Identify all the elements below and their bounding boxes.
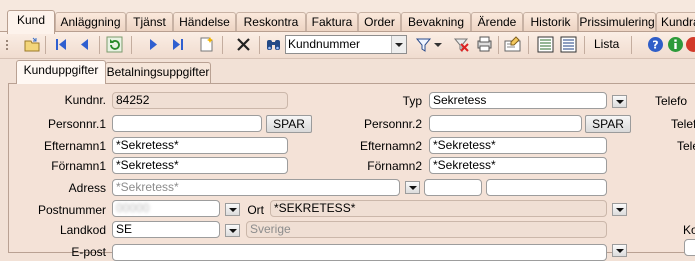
personnr1-field[interactable] — [112, 115, 262, 132]
epost-label: E-post — [71, 245, 106, 259]
landkod-dropdown-button[interactable] — [225, 224, 240, 237]
adress-dropdown-button[interactable] — [405, 181, 420, 194]
telefon3-label: Tele — [677, 139, 695, 153]
landkod-field[interactable]: SE — [112, 221, 220, 238]
personnr2-label: Personnr.2 — [363, 117, 422, 131]
previous-record-icon[interactable] — [76, 36, 93, 53]
tab-tjanst[interactable]: Tjänst — [126, 12, 173, 32]
typ-field[interactable]: Sekretess — [429, 92, 607, 109]
filter-icon[interactable] — [415, 36, 432, 53]
spar-button-2[interactable]: SPAR — [585, 115, 631, 133]
delete-icon[interactable] — [235, 36, 252, 53]
tab-order[interactable]: Order — [358, 12, 401, 32]
help-icon[interactable]: ? — [647, 36, 664, 53]
toolbar-separator — [45, 36, 46, 54]
ort-label: Ort — [247, 203, 264, 217]
toolbar-separator — [222, 36, 223, 54]
search-field-select[interactable]: Kundnummer — [285, 35, 407, 54]
lista-button[interactable]: Lista — [594, 36, 619, 53]
personnr2-field[interactable] — [429, 115, 582, 132]
last-record-icon[interactable] — [169, 36, 186, 53]
epost-dropdown-button[interactable] — [612, 244, 627, 257]
close-icon[interactable] — [685, 36, 695, 53]
tab-prissimulering[interactable]: Prissimulering — [578, 12, 656, 32]
module-tab-bar: Kund Anläggning Tjänst Händelse Reskontr… — [0, 0, 695, 34]
open-folder-icon[interactable] — [24, 36, 41, 53]
info-icon[interactable] — [667, 36, 684, 53]
toolbar-separator — [131, 36, 132, 54]
tab-kund[interactable]: Kund — [7, 10, 55, 34]
kontakt-label: Ko — [683, 223, 695, 237]
fornamn2-label: Förnamn2 — [367, 159, 422, 173]
adress-label: Adress — [68, 181, 106, 195]
efternamn2-label: Efternamn2 — [359, 139, 422, 153]
postnummer-field[interactable]: 00000 — [112, 200, 220, 217]
efternamn1-field[interactable]: *Sekretess* — [112, 137, 288, 154]
tab-bevakning[interactable]: Bevakning — [401, 12, 471, 32]
toolbar: Kundnummer Lista ? — [0, 31, 695, 59]
chevron-down-icon[interactable] — [391, 36, 406, 53]
efternamn1-label: Efternamn1 — [43, 139, 106, 153]
adress-extra-field-2[interactable] — [486, 179, 607, 196]
print-icon[interactable] — [476, 36, 493, 53]
tab-betalningsuppgifter[interactable]: Betalningsuppgifter — [105, 62, 211, 83]
typ-dropdown-button[interactable] — [612, 95, 627, 108]
spar-button-1[interactable]: SPAR — [266, 115, 312, 133]
toolbar-separator — [631, 36, 632, 54]
tab-faktura[interactable]: Faktura — [306, 12, 358, 32]
search-field-value: Kundnummer — [288, 37, 361, 51]
telefon-label: Telefo — [655, 94, 688, 108]
tab-anlaggning[interactable]: Anläggning — [55, 12, 126, 32]
tab-kundra[interactable]: Kundra — [656, 12, 695, 32]
toolbar-separator — [99, 36, 100, 54]
kundnr-field[interactable]: 84252 — [112, 92, 288, 109]
refresh-icon[interactable] — [106, 36, 123, 53]
grip-icon — [6, 40, 8, 50]
personnr1-label: Personnr.1 — [47, 117, 106, 131]
efternamn2-field[interactable]: *Sekretess* — [429, 137, 607, 154]
svg-text:?: ? — [652, 39, 658, 52]
tab-handelse[interactable]: Händelse — [173, 12, 236, 32]
telefon2-label: Telef — [671, 117, 695, 131]
fornamn2-field[interactable]: *Sekretess* — [429, 157, 607, 174]
first-record-icon[interactable] — [53, 36, 70, 53]
note-icon[interactable] — [504, 36, 521, 53]
sub-tab-bar: Kunduppgifter Betalningsuppgifter — [8, 58, 695, 84]
ort-dropdown-button[interactable] — [612, 203, 627, 216]
filter-dropdown-icon[interactable] — [433, 36, 443, 53]
tab-reskontra[interactable]: Reskontra — [236, 12, 306, 32]
right-field[interactable] — [684, 239, 695, 256]
new-document-icon[interactable] — [198, 36, 215, 53]
land-name-field: Sverige — [246, 221, 607, 238]
postnummer-value: 00000 — [116, 201, 150, 215]
edit-list-icon[interactable] — [537, 36, 554, 53]
tab-arende[interactable]: Ärende — [471, 12, 523, 32]
list-view-icon[interactable] — [560, 36, 577, 53]
postnummer-label: Postnummer — [37, 203, 106, 217]
kundnr-label: Kundnr. — [64, 93, 106, 107]
toolbar-separator — [259, 36, 260, 54]
fornamn1-field[interactable]: *Sekretess* — [112, 157, 288, 174]
next-record-icon[interactable] — [145, 36, 162, 53]
tab-kunduppgifter[interactable]: Kunduppgifter — [16, 60, 106, 84]
adress-extra-field-1[interactable] — [424, 179, 482, 196]
toolbar-separator — [528, 36, 529, 54]
toolbar-separator — [498, 36, 499, 54]
fornamn1-label: Förnamn1 — [51, 159, 106, 173]
landkod-label: Landkod — [59, 223, 106, 237]
epost-field[interactable] — [112, 244, 607, 261]
clear-filter-icon[interactable] — [453, 36, 470, 53]
adress-field[interactable]: *Sekretess* — [112, 179, 400, 196]
ort-field[interactable]: *SEKRETESS* — [270, 200, 607, 217]
toolbar-separator — [584, 36, 585, 54]
binoculars-icon[interactable] — [265, 36, 282, 53]
tab-historik[interactable]: Historik — [523, 12, 578, 32]
typ-label: Typ — [402, 94, 422, 108]
postnummer-dropdown-button[interactable] — [225, 203, 240, 216]
